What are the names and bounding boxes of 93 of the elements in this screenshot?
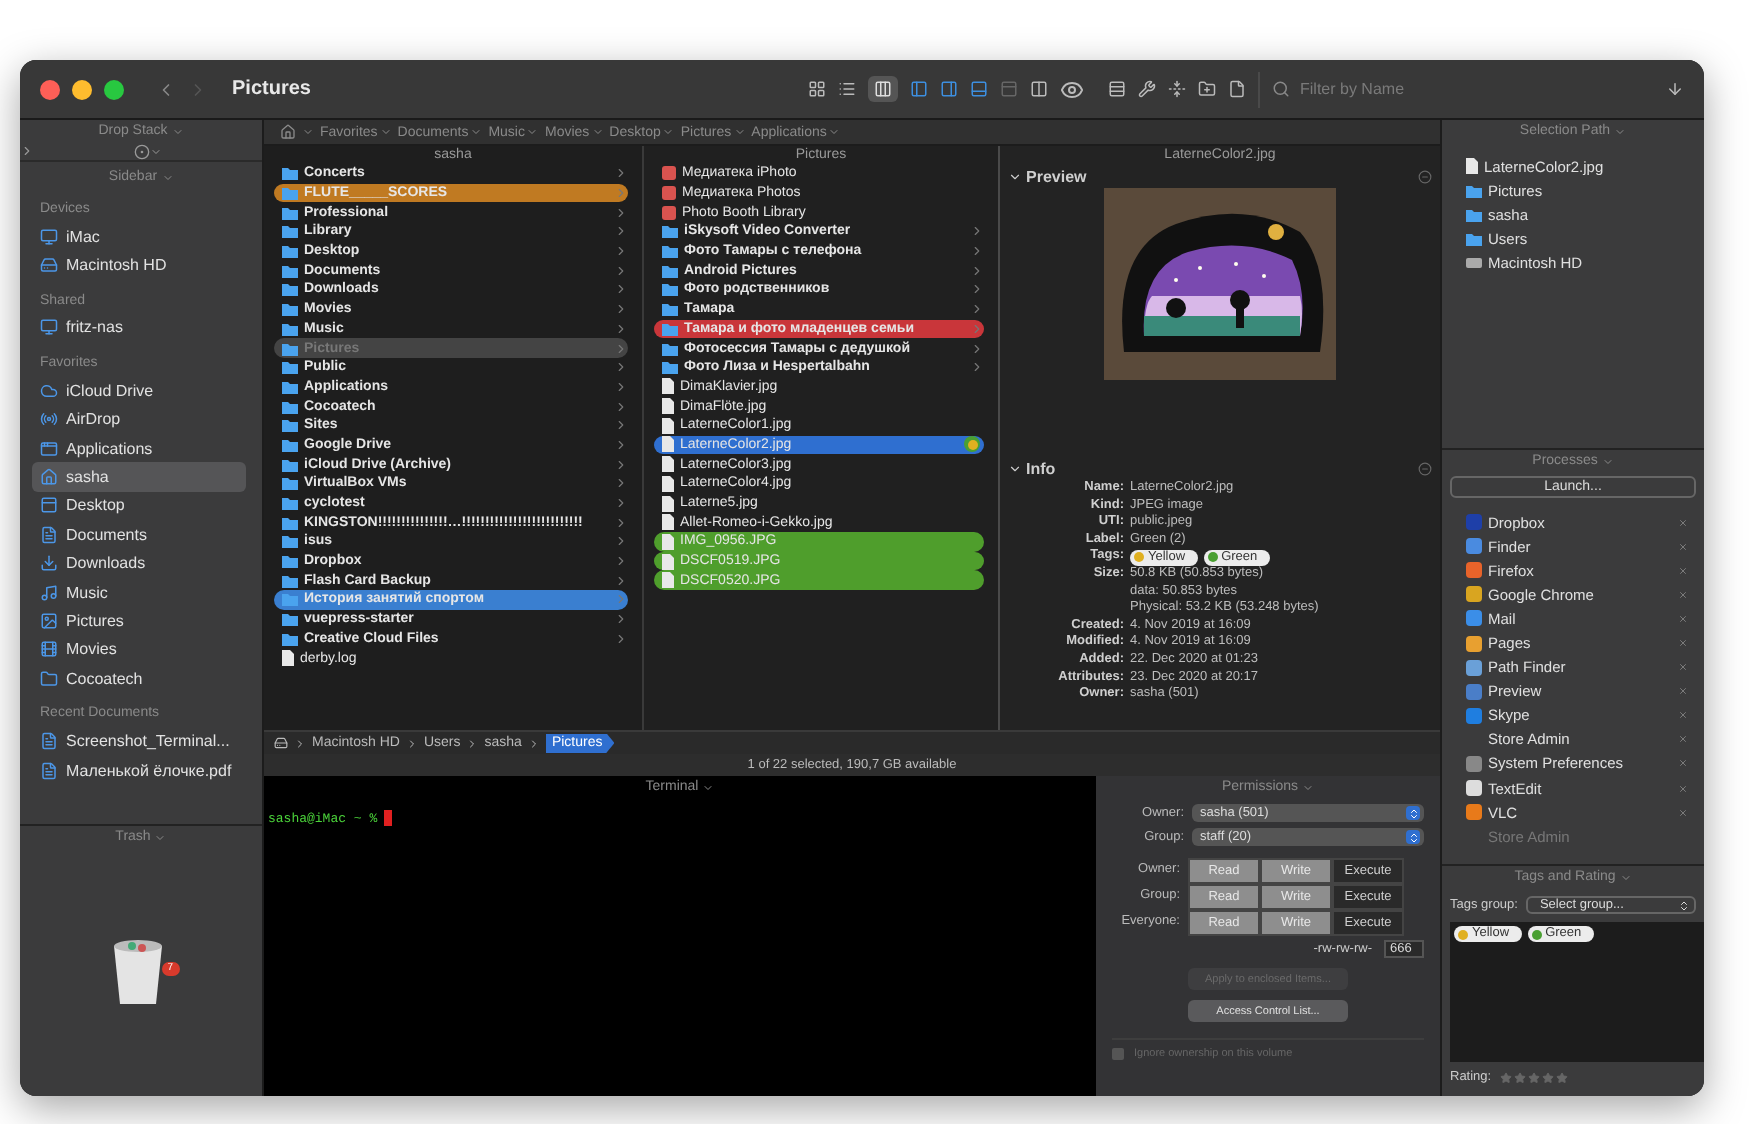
chevron-icon [466,737,479,749]
home-icon[interactable] [280,124,296,140]
monitor-icon [40,318,58,337]
film-icon [40,640,58,659]
action-icon[interactable] [134,143,150,159]
expand-icon[interactable] [20,144,34,158]
download-icon [40,554,58,573]
chevron-icon [527,737,540,749]
sidebar-item[interactable]: Applications [32,433,246,463]
window-title: Pictures [232,78,311,100]
file-icon [1466,158,1478,175]
sidebar-item[interactable]: iCloud Drive [32,376,246,406]
list-view-icon[interactable] [838,80,856,98]
music-icon [40,583,58,602]
chevron-icon [294,737,306,749]
fold-icon[interactable] [1168,80,1186,98]
chevron-icon [1614,125,1627,137]
chevron-icon [662,126,675,138]
chevron-icon [405,737,418,749]
chevron-icon [733,126,746,138]
section-title: Preview [1026,167,1089,185]
panel-right-icon[interactable] [940,80,958,98]
chevron-icon [1619,871,1632,883]
sidebar-item[interactable]: iMac [32,222,246,251]
grouping-icon[interactable] [1108,80,1126,98]
zoom-button[interactable] [104,79,124,99]
sidebar-item[interactable]: Movies [32,635,246,665]
chevron-icon [1601,455,1614,467]
image-icon [40,611,58,630]
star-icon[interactable] [1527,1071,1540,1083]
sidebar-item[interactable]: Downloads [32,549,246,578]
star-icon[interactable] [1513,1071,1526,1083]
chevron-icon [526,126,539,138]
monitor-icon [40,227,58,246]
sidebar-item[interactable]: Documents [32,520,246,550]
file-icon [282,650,294,667]
star-icon[interactable] [1541,1071,1554,1083]
sidebar-item[interactable]: fritz-nas [32,313,246,343]
chevron-icon [828,126,841,138]
app-window-icon [40,439,58,458]
eye-icon[interactable] [1060,77,1084,101]
chevron-icon [591,126,604,138]
document-icon [40,732,58,751]
panel-bottom-icon[interactable] [970,80,988,98]
sidebar-item[interactable]: Macintosh HD [32,250,246,280]
sidebar-item[interactable]: Маленькой ёлочке.pdf [32,755,246,785]
sidebar-item[interactable]: Screenshot_Terminal... [32,726,246,756]
folder-icon [40,669,58,688]
document-icon [40,525,58,544]
checkbox[interactable] [1112,1048,1124,1060]
sidebar-item[interactable]: sasha [32,462,246,492]
desktop-icon [40,496,58,515]
panel-left-icon[interactable] [910,80,928,98]
filter-field[interactable]: Filter by Name [1296,78,1596,100]
section-title: Info [1026,459,1058,477]
sidebar-item[interactable]: Music [32,577,246,607]
sidebar-item[interactable]: AirDrop [32,405,246,434]
star-icon[interactable] [1499,1071,1512,1083]
chevron-icon [470,126,483,138]
close-button[interactable] [40,79,60,99]
grid-view-icon[interactable] [808,80,826,98]
chevron-icon[interactable] [1008,169,1022,183]
chevron-icon [1302,781,1315,793]
sidebar-item[interactable]: Cocoatech [32,664,246,693]
remove-icon[interactable] [1418,461,1432,475]
sidebar-item[interactable]: Pictures [32,606,246,636]
home-icon [40,468,58,487]
chevron-icon[interactable] [1008,461,1022,475]
star-rating[interactable] [1499,1071,1568,1083]
trash-can-icon[interactable] [111,938,163,1006]
minimize-button[interactable] [72,79,92,99]
new-folder-icon[interactable] [1198,80,1216,98]
cloud-icon [40,381,58,400]
wrench-icon[interactable] [1138,80,1156,98]
dual-pane-icon[interactable] [1030,80,1048,98]
disk-icon [274,736,288,750]
chevron-icon [379,126,392,138]
search-icon[interactable] [1272,80,1290,98]
chevron-icon [161,171,174,183]
broadcast-icon [40,410,58,429]
document-icon [40,761,58,780]
drive-icon [40,256,58,275]
panel-top-icon[interactable] [1000,80,1018,98]
chevron-icon [154,831,167,843]
star-icon[interactable] [1555,1071,1568,1083]
column-view-button[interactable] [868,76,898,102]
chevron-icon [302,126,314,138]
new-file-icon[interactable] [1228,80,1246,98]
chevron-icon [702,781,715,793]
sidebar-item[interactable]: Desktop [32,491,246,521]
terminal-cursor [383,810,392,826]
download-icon[interactable] [1666,80,1684,98]
remove-icon[interactable] [1418,169,1432,183]
